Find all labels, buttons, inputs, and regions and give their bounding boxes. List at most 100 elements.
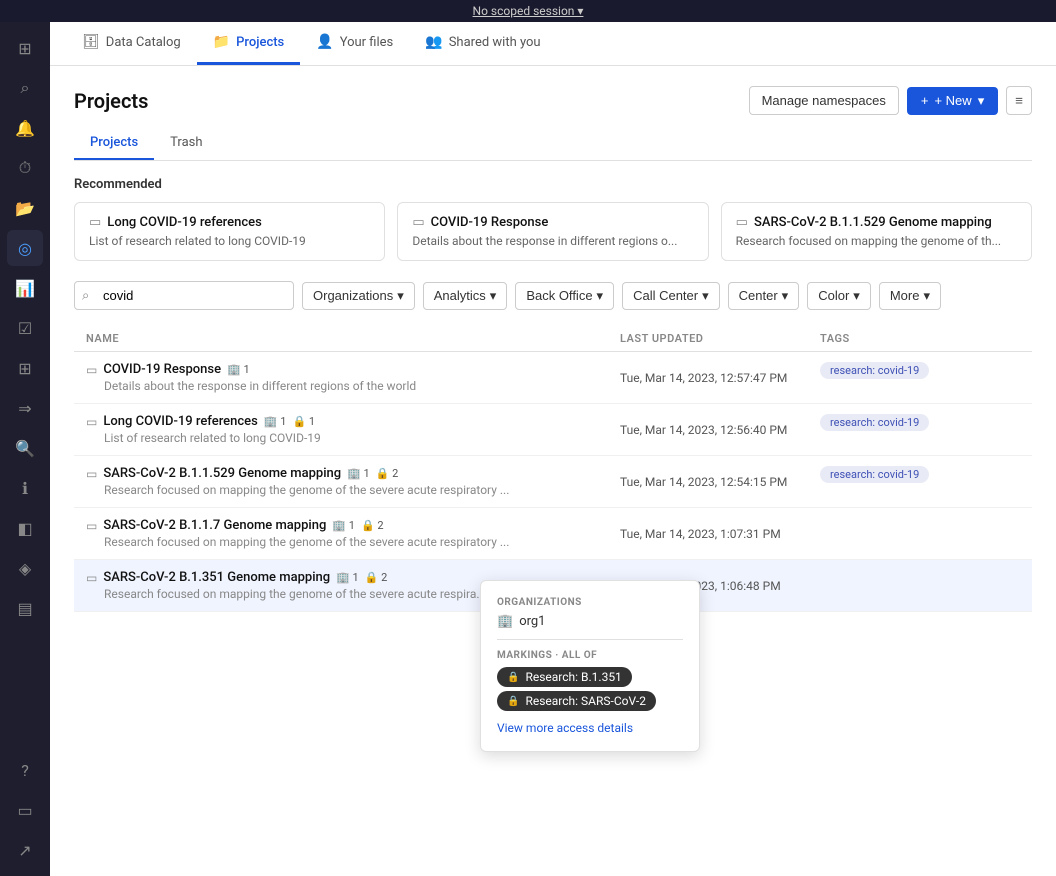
- filter-more[interactable]: More ▾: [879, 282, 941, 310]
- more-label: More: [890, 288, 920, 303]
- row-tag-0: research: covid-19: [820, 362, 1020, 393]
- nav-tabs: 🗄 Data Catalog 📁 Projects 👤 Your files 👥…: [50, 22, 1056, 66]
- filter-call-center[interactable]: Call Center ▾: [622, 282, 720, 310]
- access-tooltip: ORGANIZATIONS 🏢 org1 MARKINGS · All of 🔒…: [480, 580, 700, 752]
- sub-tab-projects[interactable]: Projects: [74, 127, 154, 160]
- sidebar-icon-cube[interactable]: ◈: [7, 550, 43, 586]
- manage-namespaces-button[interactable]: Manage namespaces: [749, 86, 899, 115]
- new-label: + New: [934, 93, 971, 108]
- sidebar-icon-home[interactable]: ⊞: [7, 30, 43, 66]
- page-header: Projects Manage namespaces + + New ▾ ≡: [74, 86, 1032, 115]
- sidebar-icon-layers[interactable]: ◧: [7, 510, 43, 546]
- plus-icon: +: [921, 93, 929, 108]
- marking-icon-1: 🔒: [507, 696, 519, 707]
- filter-color[interactable]: Color ▾: [807, 282, 871, 310]
- sidebar-icon-question[interactable]: ?: [7, 752, 43, 788]
- rec-card-covid-response[interactable]: ▭ COVID-19 Response Details about the re…: [397, 202, 708, 261]
- row-icon-2: ▭: [86, 467, 97, 481]
- row-orgs-4: 🏢 1: [336, 571, 359, 584]
- sidebar-icon-stack[interactable]: ▤: [7, 590, 43, 626]
- tab-shared-with-you[interactable]: 👥 Shared with you: [409, 22, 556, 65]
- row-tag-1: research: covid-19: [820, 414, 1020, 445]
- sidebar-icon-checklist[interactable]: ☑: [7, 310, 43, 346]
- tab-your-files-label: Your files: [340, 35, 394, 50]
- rec-card-desc-1: Details about the response in different …: [412, 234, 693, 248]
- row-markings-2: 🔒 2: [376, 467, 399, 480]
- table-row[interactable]: ▭ SARS-CoV-2 B.1.1.529 Genome mapping 🏢 …: [74, 456, 1032, 508]
- tooltip-markings-title: MARKINGS · All of: [497, 650, 683, 661]
- more-chevron: ▾: [923, 288, 930, 304]
- color-chevron: ▾: [853, 288, 860, 304]
- search-icon: ⌕: [82, 288, 89, 303]
- no-scoped-session-bar[interactable]: No scoped session ▾: [0, 0, 1056, 22]
- new-dropdown-icon: ▾: [978, 93, 985, 109]
- projects-icon: 📁: [213, 34, 230, 50]
- row-orgs-1: 🏢 1: [264, 415, 287, 428]
- col-name: NAME: [86, 332, 620, 345]
- recommended-cards: ▭ Long COVID-19 references List of resea…: [74, 202, 1032, 261]
- sidebar-icon-info[interactable]: ℹ: [7, 470, 43, 506]
- tooltip-org: 🏢 org1: [497, 614, 683, 629]
- col-tags: TAGS: [820, 332, 1020, 345]
- organizations-chevron: ▾: [397, 288, 404, 304]
- sidebar-icon-external[interactable]: ↗: [7, 832, 43, 868]
- filter-analytics[interactable]: Analytics ▾: [423, 282, 508, 310]
- rec-card-sars-genome[interactable]: ▭ SARS-CoV-2 B.1.1.529 Genome mapping Re…: [721, 202, 1032, 261]
- tooltip-divider: [497, 639, 683, 640]
- row-icon-4: ▭: [86, 571, 97, 585]
- table-row[interactable]: ▭ COVID-19 Response 🏢 1 Details about th…: [74, 352, 1032, 404]
- analytics-chevron: ▾: [490, 288, 497, 304]
- call-center-label: Call Center: [633, 288, 698, 303]
- sidebar-icon-rect[interactable]: ▭: [7, 792, 43, 828]
- recommended-title: Recommended: [74, 177, 1032, 192]
- row-desc-1: List of research related to long COVID-1…: [104, 431, 620, 445]
- filter-center[interactable]: Center ▾: [728, 282, 800, 310]
- sub-tab-trash[interactable]: Trash: [154, 127, 218, 160]
- rec-card-icon-0: ▭: [89, 215, 101, 230]
- row-date-2: Tue, Mar 14, 2023, 12:54:15 PM: [620, 466, 820, 497]
- col-last-updated: LAST UPDATED: [620, 332, 820, 345]
- center-label: Center: [739, 288, 778, 303]
- row-icon-0: ▭: [86, 363, 97, 377]
- row-desc-2: Research focused on mapping the genome o…: [104, 483, 620, 497]
- analytics-label: Analytics: [434, 288, 486, 303]
- tab-data-catalog[interactable]: 🗄 Data Catalog: [66, 22, 197, 65]
- rec-card-title-2: SARS-CoV-2 B.1.1.529 Genome mapping: [754, 215, 992, 230]
- row-orgs-3: 🏢 1: [332, 519, 355, 532]
- rec-card-desc-0: List of research related to long COVID-1…: [89, 234, 370, 248]
- sidebar-icon-magnify[interactable]: 🔍: [7, 430, 43, 466]
- row-date-0: Tue, Mar 14, 2023, 12:57:47 PM: [620, 362, 820, 393]
- row-markings-3: 🔒 2: [361, 519, 384, 532]
- sidebar-icon-grid[interactable]: ⊞: [7, 350, 43, 386]
- page-title: Projects: [74, 89, 148, 113]
- header-actions: Manage namespaces + + New ▾ ≡: [749, 86, 1032, 115]
- sidebar-icon-compass[interactable]: ◎: [7, 230, 43, 266]
- table-header: NAME LAST UPDATED TAGS: [74, 326, 1032, 352]
- row-name-1: Long COVID-19 references: [103, 414, 257, 429]
- rec-card-title-1: COVID-19 Response: [431, 215, 549, 230]
- back-office-label: Back Office: [526, 288, 592, 303]
- filter-organizations[interactable]: Organizations ▾: [302, 282, 415, 310]
- row-tag-3: [820, 518, 1020, 549]
- rec-card-long-covid[interactable]: ▭ Long COVID-19 references List of resea…: [74, 202, 385, 261]
- tab-your-files[interactable]: 👤 Your files: [300, 22, 409, 65]
- tab-projects[interactable]: 📁 Projects: [197, 22, 301, 65]
- sidebar-icon-chart[interactable]: 📊: [7, 270, 43, 306]
- table-row[interactable]: ▭ Long COVID-19 references 🏢 1 🔒 1 List …: [74, 404, 1032, 456]
- row-tag-2: research: covid-19: [820, 466, 1020, 497]
- sidebar-icon-arrow[interactable]: ⇒: [7, 390, 43, 426]
- row-icon-1: ▭: [86, 415, 97, 429]
- sidebar-icon-folder[interactable]: 📂: [7, 190, 43, 226]
- row-tag-4: [820, 570, 1020, 601]
- sidebar-icon-clock[interactable]: ⏱: [7, 150, 43, 186]
- sidebar-icon-search[interactable]: ⌕: [7, 70, 43, 106]
- view-toggle-button[interactable]: ≡: [1006, 86, 1032, 115]
- sidebar: ⊞ ⌕ 🔔 ⏱ 📂 ◎ 📊 ☑ ⊞ ⇒ 🔍 ℹ ◧ ◈ ▤ ? ▭ ↗: [0, 22, 50, 876]
- search-input[interactable]: [74, 281, 294, 310]
- filter-back-office[interactable]: Back Office ▾: [515, 282, 614, 310]
- sidebar-icon-bell[interactable]: 🔔: [7, 110, 43, 146]
- new-button[interactable]: + + New ▾: [907, 87, 998, 115]
- view-more-access-link[interactable]: View more access details: [497, 721, 683, 735]
- table-row[interactable]: ▭ SARS-CoV-2 B.1.1.7 Genome mapping 🏢 1 …: [74, 508, 1032, 560]
- row-name-2: SARS-CoV-2 B.1.1.529 Genome mapping: [103, 466, 341, 481]
